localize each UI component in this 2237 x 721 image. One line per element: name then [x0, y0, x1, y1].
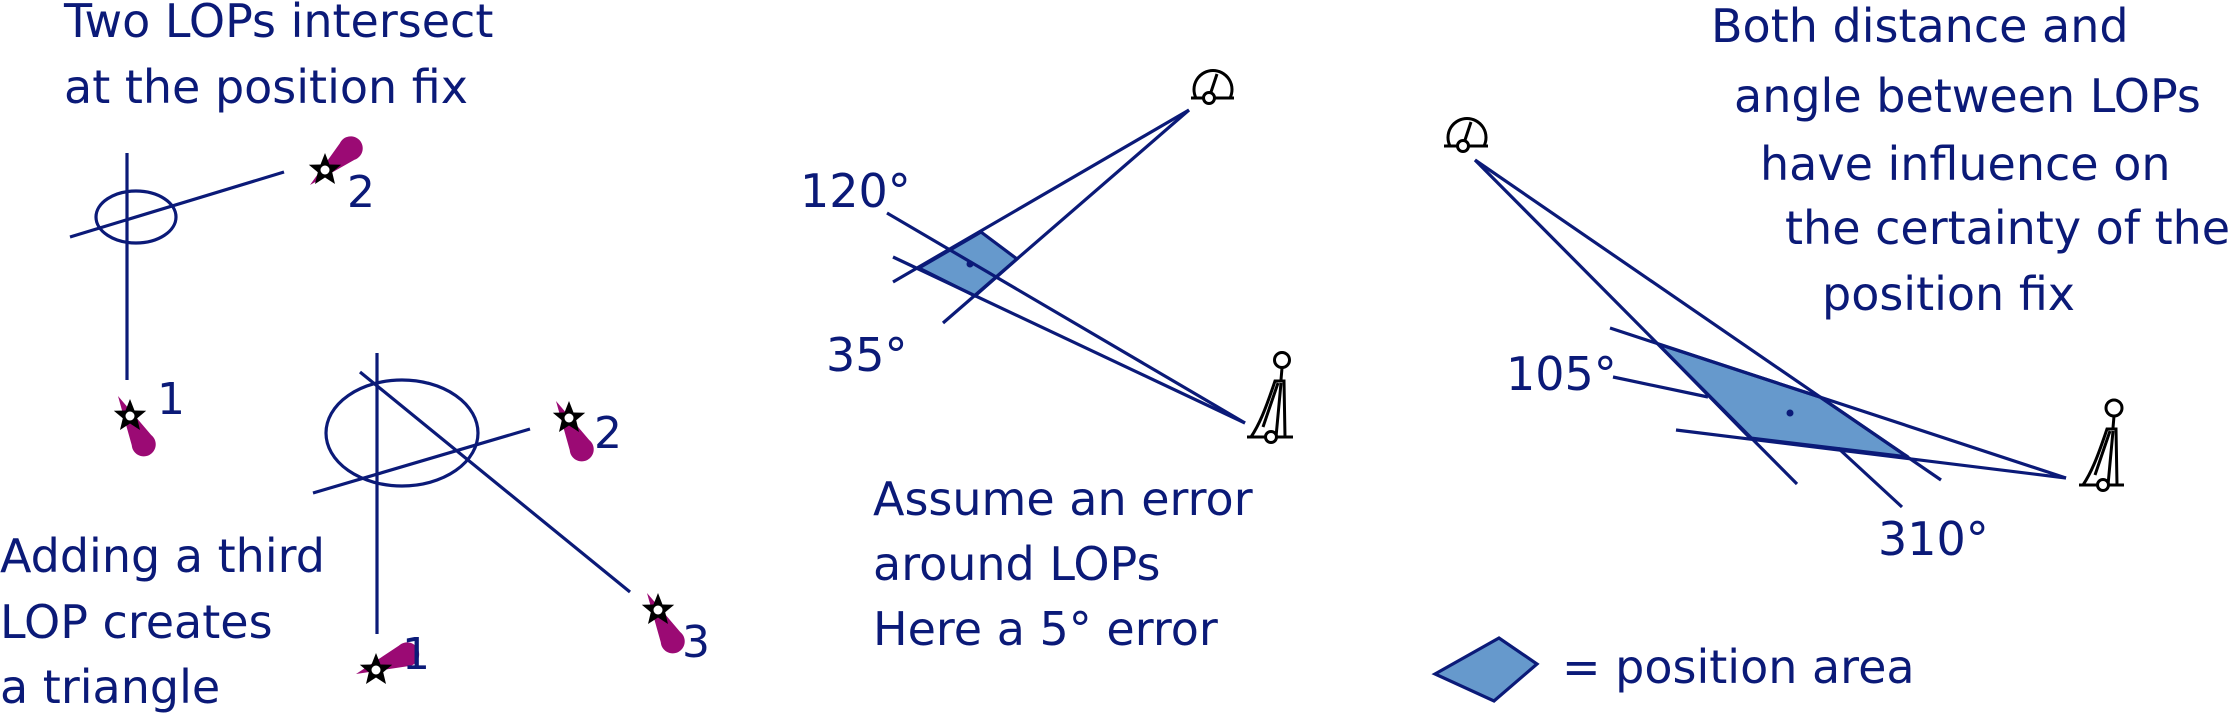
caption-line: a triangle [0, 660, 220, 714]
landmark-label-3: 3 [682, 617, 710, 668]
caption-line: angle between LOPs [1734, 69, 2201, 123]
landmark-label-1: 1 [402, 629, 430, 680]
caption-line: around LOPs [873, 537, 1160, 591]
caption-line: the certainty of the [1785, 201, 2230, 255]
teardrop-bearing-icon [545, 395, 598, 466]
beacon-lop-edge [892, 108, 1190, 284]
lop-line-3 [358, 370, 632, 594]
bearing-label-35: 35° [826, 328, 908, 382]
fix-point [1786, 409, 1794, 417]
panel-distance-angle: Both distance and angle between LOPs hav… [1444, 0, 2230, 566]
landmark-label-2: 2 [347, 167, 375, 218]
caption-line: Adding a third [0, 529, 325, 583]
panel-three-lops: Adding a third LOP creates a triangle 2 … [0, 353, 710, 714]
caption-line: Assume an error [873, 472, 1253, 526]
radar-beacon-icon [1444, 117, 1488, 153]
panel-error: 120° 35° Assume an error around LOPs Her… [800, 69, 1293, 656]
landmark-label-1: 1 [157, 374, 185, 425]
fix-point [966, 260, 974, 268]
beacon-lop-edge [1473, 158, 1799, 486]
bearing-label-310: 310° [1878, 512, 1989, 566]
lop-diagram: Two LOPs intersect at the position fix 2… [0, 0, 2230, 714]
caption-line: Two LOPs intersect [63, 0, 493, 48]
lighthouse-lop-edge [892, 255, 1246, 425]
caption-line: LOP creates [0, 595, 273, 649]
caption-line: have influence on [1760, 137, 2171, 191]
caption-line: position fix [1822, 267, 2075, 321]
legend-label: = position area [1562, 640, 1915, 694]
legend: = position area [1431, 636, 1915, 703]
cocked-hat-ellipse [324, 378, 480, 488]
position-area [1656, 342, 1909, 459]
beacon-lop-edge [941, 108, 1191, 325]
panel-two-lops: Two LOPs intersect at the position fix 2… [63, 0, 493, 461]
radar-beacon-icon [1191, 69, 1234, 105]
lighthouse-lop-edge [1609, 326, 2067, 480]
caption-line: at the position fix [64, 60, 468, 114]
caption-line: Here a 5° error [873, 602, 1218, 656]
legend-position-area-swatch [1431, 636, 1540, 703]
bearing-label-105: 105° [1506, 347, 1617, 401]
landmark-label-2: 2 [594, 408, 622, 459]
lighthouse-icon [2079, 398, 2124, 492]
caption-line: Both distance and [1711, 0, 2129, 53]
lighthouse-icon [1247, 351, 1293, 444]
lighthouse-lop-edge [886, 211, 1246, 425]
bearing-label-120: 120° [800, 164, 911, 218]
